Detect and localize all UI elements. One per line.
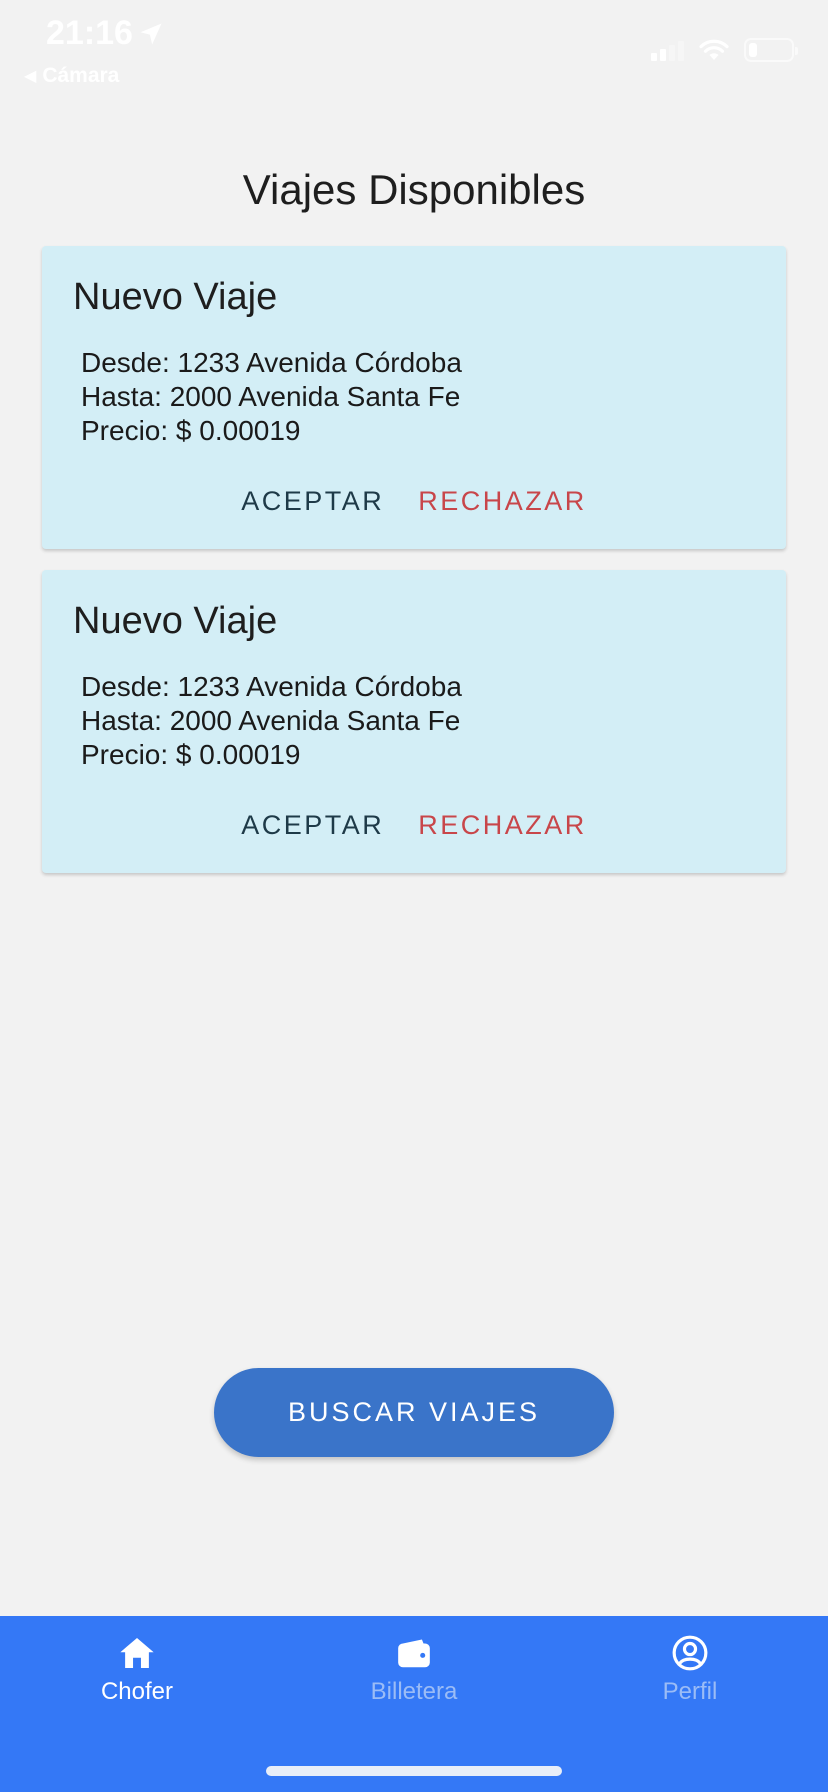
search-trips-button[interactable]: BUSCAR VIAJES: [214, 1368, 614, 1457]
trip-to: Hasta: 2000 Avenida Santa Fe: [81, 705, 461, 736]
user-circle-icon: [672, 1635, 708, 1671]
home-icon: [120, 1637, 154, 1669]
location-arrow-icon: [140, 23, 162, 44]
reject-button[interactable]: RECHAZAR: [418, 482, 587, 521]
wallet-icon: [398, 1639, 430, 1668]
status-bar: 21:16 ◀ Cámara: [0, 0, 828, 100]
battery-icon: [744, 38, 798, 62]
wifi-icon: [698, 38, 730, 62]
nav-item-perfil[interactable]: Perfil: [590, 1634, 790, 1706]
trip-actions: ACEPTAR RECHAZAR: [42, 482, 786, 521]
nav-label-chofer: Chofer: [100, 1678, 174, 1705]
battery-level: [749, 43, 757, 57]
back-app-label: Cámara: [42, 64, 120, 87]
back-to-app-link[interactable]: ◀ Cámara: [24, 64, 119, 88]
back-triangle-icon: ◀: [24, 68, 37, 85]
trip-from: Desde: 1233 Avenida Córdoba: [81, 347, 462, 378]
cellular-signal-icon: [651, 39, 684, 61]
trip-list: Nuevo Viaje Desde: 1233 Avenida Córdoba …: [42, 246, 786, 894]
accept-button[interactable]: ACEPTAR: [241, 482, 384, 521]
trip-card: Nuevo Viaje Desde: 1233 Avenida Córdoba …: [42, 570, 786, 873]
home-indicator: [266, 1766, 562, 1776]
trip-card-title: Nuevo Viaje: [73, 276, 278, 318]
trip-details: Desde: 1233 Avenida Córdoba Hasta: 2000 …: [81, 346, 462, 448]
trip-card-title: Nuevo Viaje: [73, 600, 278, 642]
status-time-group: 21:16: [46, 14, 165, 53]
page-title: Viajes Disponibles: [242, 166, 586, 213]
trip-to: Hasta: 2000 Avenida Santa Fe: [81, 381, 461, 412]
nav-item-chofer[interactable]: Chofer: [37, 1634, 237, 1706]
reject-button[interactable]: RECHAZAR: [418, 806, 587, 845]
trip-price: Precio: $ 0.00019: [81, 739, 301, 770]
trip-from: Desde: 1233 Avenida Córdoba: [81, 671, 462, 702]
trip-price: Precio: $ 0.00019: [81, 415, 301, 446]
trip-card: Nuevo Viaje Desde: 1233 Avenida Córdoba …: [42, 246, 786, 549]
trip-details: Desde: 1233 Avenida Córdoba Hasta: 2000 …: [81, 670, 462, 772]
screen: 21:16 ◀ Cámara Viajes Disponibles Nuevo …: [0, 0, 828, 1792]
accept-button[interactable]: ACEPTAR: [241, 806, 384, 845]
status-time: 21:16: [46, 14, 133, 52]
trip-actions: ACEPTAR RECHAZAR: [42, 806, 786, 845]
nav-label-billetera: Billetera: [370, 1678, 458, 1705]
nav-label-perfil: Perfil: [662, 1678, 718, 1705]
status-indicators: [651, 38, 798, 62]
nav-item-billetera[interactable]: Billetera: [314, 1634, 514, 1706]
